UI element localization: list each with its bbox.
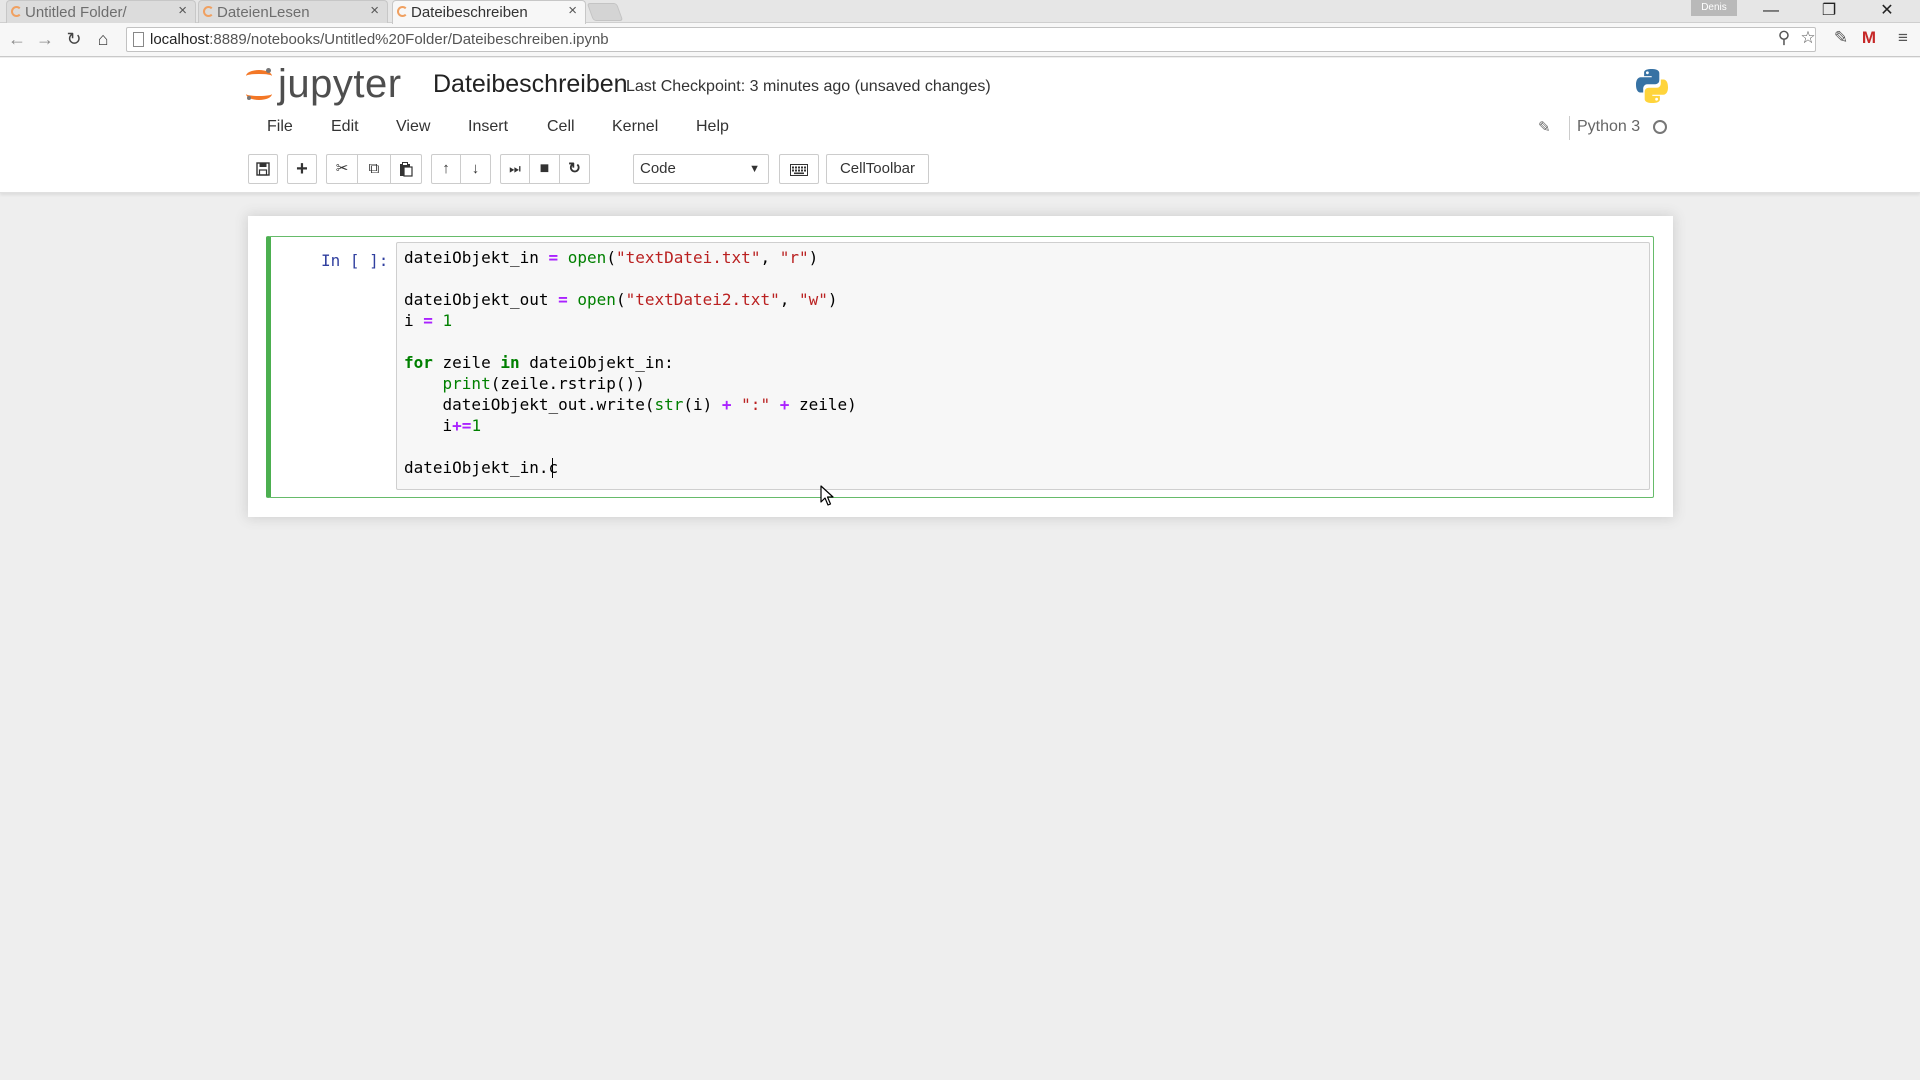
chevron-down-icon: ▼ — [749, 163, 760, 175]
bookmark-star-icon[interactable]: ☆ — [1797, 28, 1819, 48]
python-logo-icon — [1636, 69, 1668, 103]
notebook-toolbar: + ✂ ⧉ ↑ ↓ ⏭ ■ ↻ Code ▼ CellToolbar — [248, 154, 1668, 184]
kernel-separator — [1569, 116, 1570, 140]
input-prompt: In [ ]: — [321, 251, 389, 270]
paste-icon — [400, 162, 413, 177]
close-window-icon[interactable]: ✕ — [1864, 0, 1910, 22]
new-tab-button[interactable] — [586, 3, 624, 21]
code-line: i+=1 — [404, 416, 482, 435]
code-editor[interactable]: dateiObjekt_in = open("textDatei.txt", "… — [396, 242, 1650, 490]
celltoolbar-button[interactable]: CellToolbar — [826, 154, 929, 184]
cell-type-value: Code — [640, 160, 676, 177]
save-button[interactable] — [248, 154, 278, 184]
tab-label: Dateibeschreiben — [411, 4, 528, 21]
page-icon — [133, 32, 144, 47]
reload-icon[interactable]: ↻ — [63, 28, 85, 50]
paste-cell-button[interactable] — [391, 154, 422, 184]
menu-view[interactable]: View — [396, 118, 430, 136]
move-cell-down-button[interactable]: ↓ — [461, 154, 491, 184]
move-cell-up-button[interactable]: ↑ — [431, 154, 461, 184]
menu-help[interactable]: Help — [696, 118, 729, 136]
insert-cell-below-button[interactable]: + — [287, 154, 317, 184]
profile-badge[interactable]: Denis — [1691, 0, 1737, 16]
back-icon[interactable]: ← — [6, 28, 28, 50]
cell-type-select[interactable]: Code ▼ — [633, 154, 769, 184]
browser-menu-icon[interactable]: ≡ — [1892, 28, 1914, 48]
menu-file[interactable]: File — [267, 118, 293, 136]
jupyter-favicon-icon — [203, 6, 214, 17]
extension-pen-icon[interactable]: ✎ — [1830, 28, 1852, 48]
menu-insert[interactable]: Insert — [468, 118, 508, 136]
menu-kernel[interactable]: Kernel — [612, 118, 658, 136]
code-line: dateiObjekt_out = open("textDatei2.txt",… — [404, 290, 838, 309]
url-text: localhost:8889/notebooks/Untitled%20Fold… — [150, 31, 609, 48]
cut-cell-button[interactable]: ✂ — [326, 154, 358, 184]
home-icon[interactable]: ⌂ — [92, 28, 114, 50]
notebook-title[interactable]: Dateibeschreiben — [433, 70, 628, 99]
code-line: i = 1 — [404, 311, 453, 330]
restart-kernel-button[interactable]: ↻ — [560, 154, 590, 184]
mouse-pointer-icon — [820, 485, 834, 506]
tab-label: Untitled Folder/ — [25, 3, 127, 21]
code-line: for zeile in dateiObjekt_in: — [404, 353, 674, 372]
tab-dateibeschreiben[interactable]: Dateibeschreiben × — [392, 0, 586, 24]
keyboard-icon — [790, 164, 808, 176]
jupyter-favicon-icon — [397, 6, 408, 17]
jupyter-favicon-icon — [11, 6, 22, 17]
menu-edit[interactable]: Edit — [331, 118, 359, 136]
notebook-menubar: File Edit View Insert Cell Kernel Help ✎… — [253, 110, 1673, 146]
tab-close-icon[interactable]: × — [370, 2, 379, 19]
gmail-extension-icon[interactable]: M — [1858, 28, 1880, 48]
kernel-idle-indicator-icon — [1653, 120, 1667, 134]
jupyter-logo-icon — [246, 66, 272, 102]
minimize-icon[interactable]: — — [1748, 0, 1794, 22]
restore-icon[interactable]: ❐ — [1806, 0, 1852, 22]
jupyter-logo[interactable]: jupyter — [246, 61, 402, 106]
jupyter-logo-text: jupyter — [278, 61, 402, 106]
menu-cell[interactable]: Cell — [547, 118, 575, 136]
tab-dateienlesen[interactable]: DateienLesen × — [198, 0, 388, 23]
browser-address-bar: ← → ↻ ⌂ localhost:8889/notebooks/Untitle… — [0, 23, 1920, 57]
notebook-container: In [ ]: dateiObjekt_in = open("textDatei… — [248, 216, 1673, 517]
save-icon — [256, 162, 270, 176]
interrupt-kernel-button[interactable]: ■ — [530, 154, 560, 184]
checkpoint-status: Last Checkpoint: 3 minutes ago (unsaved … — [626, 78, 991, 95]
tab-close-icon[interactable]: × — [178, 2, 187, 19]
tab-close-icon[interactable]: × — [568, 2, 577, 19]
tab-untitled-folder[interactable]: Untitled Folder/ × — [6, 0, 196, 23]
copy-cell-button[interactable]: ⧉ — [358, 154, 391, 184]
edit-mode-pencil-icon: ✎ — [1538, 119, 1551, 136]
forward-icon[interactable]: → — [34, 28, 56, 50]
jupyter-header: jupyter Dateibeschreiben Last Checkpoint… — [0, 58, 1920, 193]
code-line: print(zeile.rstrip()) — [442, 374, 645, 393]
kernel-name: Python 3 — [1577, 118, 1641, 135]
code-line: dateiObjekt_in.c — [404, 458, 559, 477]
command-palette-button[interactable] — [779, 154, 819, 184]
browser-tab-bar: Untitled Folder/ × DateienLesen × Dateib… — [0, 0, 1920, 24]
url-input[interactable]: localhost:8889/notebooks/Untitled%20Fold… — [126, 27, 1816, 52]
code-line: dateiObjekt_in = open("textDatei.txt", "… — [404, 248, 819, 267]
run-cell-button[interactable]: ⏭ — [500, 154, 530, 184]
text-cursor — [552, 458, 553, 478]
tab-label: DateienLesen — [217, 3, 310, 21]
zoom-icon[interactable]: ⚲ — [1773, 28, 1795, 48]
code-cell[interactable]: In [ ]: dateiObjekt_in = open("textDatei… — [266, 236, 1654, 498]
code-line: dateiObjekt_out.write(str(i) + ":" + zei… — [404, 395, 857, 414]
